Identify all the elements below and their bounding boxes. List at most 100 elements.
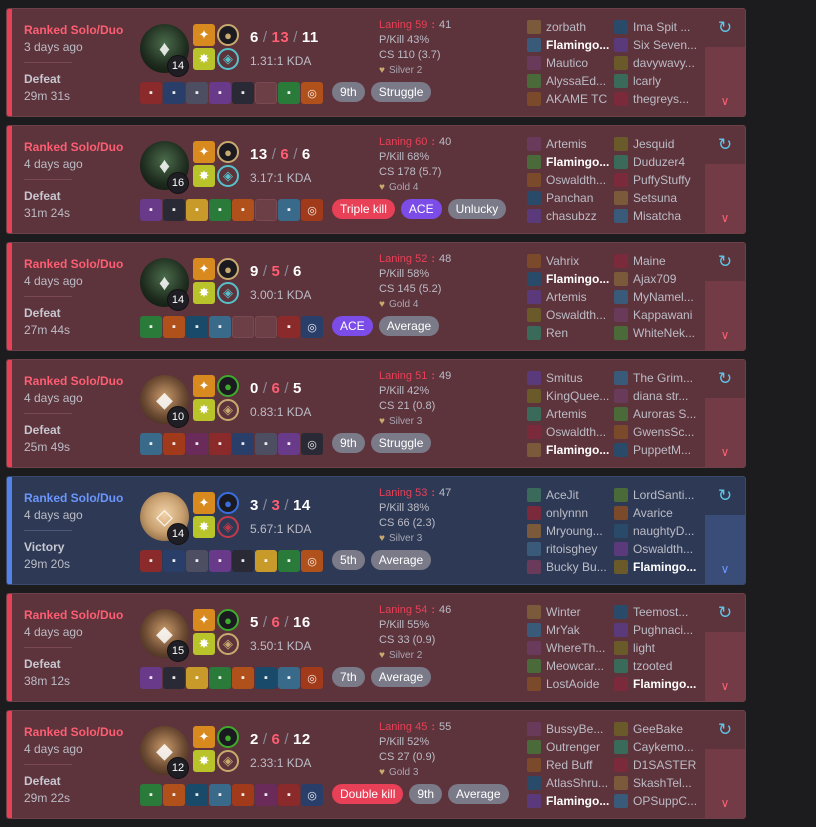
player-entry[interactable]: Six Seven... <box>614 36 699 54</box>
player-entry[interactable]: SkashTel... <box>614 774 699 792</box>
player-name[interactable]: AtlasShru... <box>546 776 608 790</box>
player-name[interactable]: Six Seven... <box>633 38 697 52</box>
player-name[interactable]: SkashTel... <box>633 776 692 790</box>
item-icon[interactable]: ▪ <box>232 82 254 104</box>
player-name[interactable]: Setsuna <box>633 191 677 205</box>
player-name[interactable]: Artemis <box>546 407 587 421</box>
player-entry[interactable]: AKAME TC <box>527 90 612 108</box>
item-icon[interactable]: ▪ <box>232 784 254 806</box>
player-entry[interactable]: OPSuppC... <box>614 792 699 810</box>
match-card[interactable]: Ranked Solo/Duo 4 days ago Defeat 27m 44s ♦ 1… <box>6 242 746 351</box>
item-icon[interactable]: ▪ <box>278 199 300 221</box>
player-entry[interactable]: The Grim... <box>614 369 699 387</box>
item-icon[interactable]: ▪ <box>140 199 162 221</box>
item-icon[interactable]: ▪ <box>163 433 185 455</box>
player-entry[interactable]: Oswaldth... <box>614 540 699 558</box>
player-entry[interactable]: Artemis <box>527 405 612 423</box>
keystone-rune-icon[interactable]: ● <box>217 141 239 163</box>
sparkle-refresh-icon[interactable]: ↻ <box>705 9 745 47</box>
keystone-rune-icon[interactable]: ● <box>217 258 239 280</box>
item-icon[interactable]: ▪ <box>163 550 185 572</box>
player-name[interactable]: Flamingo... <box>633 677 696 691</box>
player-entry[interactable]: lcarly <box>614 72 699 90</box>
badge[interactable]: 7th <box>332 667 365 687</box>
player-entry[interactable]: Mautico <box>527 54 612 72</box>
player-name[interactable]: Red Buff <box>546 758 592 772</box>
player-name[interactable]: AceJit <box>546 488 579 502</box>
player-name[interactable]: chasubzz <box>546 209 597 223</box>
item-icon[interactable]: ▪ <box>232 550 254 572</box>
item-icon[interactable]: ▪ <box>255 667 277 689</box>
player-name[interactable]: Vahrix <box>546 254 579 268</box>
player-name[interactable]: Flamingo... <box>546 443 609 457</box>
player-name[interactable]: naughtyD... <box>633 524 694 538</box>
player-entry[interactable]: GwensSc... <box>614 423 699 441</box>
player-entry[interactable]: Ajax709 <box>614 270 699 288</box>
player-name[interactable]: PuppetM... <box>633 443 691 457</box>
player-name[interactable]: The Grim... <box>633 371 693 385</box>
match-card[interactable]: Ranked Solo/Duo 4 days ago Defeat 38m 12s ◆ 1… <box>6 593 746 702</box>
item-icon[interactable]: ▪ <box>209 316 231 338</box>
spell-flash-icon[interactable]: ✦ <box>193 258 215 280</box>
player-entry[interactable]: AceJit <box>527 486 612 504</box>
player-name[interactable]: WhiteNek... <box>633 326 695 340</box>
player-name[interactable]: Meowcar... <box>546 659 604 673</box>
player-name[interactable]: Oswaldth... <box>546 173 606 187</box>
player-name[interactable]: KingQuee... <box>546 389 609 403</box>
item-icon[interactable]: ▪ <box>278 433 300 455</box>
player-entry[interactable]: onlynnn <box>527 504 612 522</box>
item-icon[interactable]: ▪ <box>255 550 277 572</box>
item-icon[interactable]: ▪ <box>163 82 185 104</box>
player-entry[interactable]: Bucky Bu... <box>527 558 612 576</box>
spell-smite-icon[interactable]: ✸ <box>193 750 215 772</box>
secondary-rune-icon[interactable]: ◈ <box>217 516 239 538</box>
badge[interactable]: Struggle <box>370 82 432 102</box>
player-entry[interactable]: Meowcar... <box>527 657 612 675</box>
player-name[interactable]: Winter <box>546 605 581 619</box>
player-name[interactable]: Maine <box>633 254 666 268</box>
player-entry[interactable]: Artemis <box>527 135 612 153</box>
player-name[interactable]: Kappawani <box>633 308 692 322</box>
spell-smite-icon[interactable]: ✸ <box>193 516 215 538</box>
secondary-rune-icon[interactable]: ◈ <box>217 165 239 187</box>
item-icon[interactable]: ▪ <box>232 433 254 455</box>
player-name[interactable]: GwensSc... <box>633 425 694 439</box>
player-entry[interactable]: diana str... <box>614 387 699 405</box>
player-entry[interactable]: Vahrix <box>527 252 612 270</box>
badge[interactable]: 9th <box>332 433 365 453</box>
player-entry[interactable]: Auroras S... <box>614 405 699 423</box>
empty-item-slot[interactable] <box>255 199 277 221</box>
player-name[interactable]: MrYak <box>546 623 580 637</box>
player-entry[interactable]: Flamingo... <box>614 558 699 576</box>
player-name[interactable]: Smitus <box>546 371 583 385</box>
spell-smite-icon[interactable]: ✸ <box>193 165 215 187</box>
player-entry[interactable]: Flamingo... <box>527 153 612 171</box>
item-icon[interactable]: ▪ <box>255 784 277 806</box>
player-entry[interactable]: Pughnaci... <box>614 621 699 639</box>
player-name[interactable]: light <box>633 641 655 655</box>
player-entry[interactable]: D1SASTER <box>614 756 699 774</box>
player-entry[interactable]: Misatcha <box>614 207 699 225</box>
player-name[interactable]: Artemis <box>546 137 587 151</box>
chevron-down-icon[interactable]: ∨ <box>705 47 745 116</box>
player-entry[interactable]: WhiteNek... <box>614 324 699 342</box>
player-name[interactable]: Flamingo... <box>633 560 696 574</box>
player-name[interactable]: Ajax709 <box>633 272 676 286</box>
item-icon[interactable]: ▪ <box>140 667 162 689</box>
secondary-rune-icon[interactable]: ◈ <box>217 399 239 421</box>
ward-item-icon[interactable]: ◎ <box>301 667 323 689</box>
ward-item-icon[interactable]: ◎ <box>301 199 323 221</box>
sparkle-refresh-icon[interactable]: ↻ <box>705 711 745 749</box>
item-icon[interactable]: ▪ <box>186 784 208 806</box>
player-name[interactable]: Misatcha <box>633 209 681 223</box>
ward-item-icon[interactable]: ◎ <box>301 316 323 338</box>
player-name[interactable]: Flamingo... <box>546 794 609 808</box>
item-icon[interactable]: ▪ <box>209 667 231 689</box>
player-name[interactable]: diana str... <box>633 389 688 403</box>
player-entry[interactable]: LostAoide <box>527 675 612 693</box>
empty-item-slot[interactable] <box>255 316 277 338</box>
player-entry[interactable]: Caykemo... <box>614 738 699 756</box>
player-entry[interactable]: WhereTh... <box>527 639 612 657</box>
player-entry[interactable]: KingQuee... <box>527 387 612 405</box>
player-name[interactable]: BussyBe... <box>546 722 603 736</box>
